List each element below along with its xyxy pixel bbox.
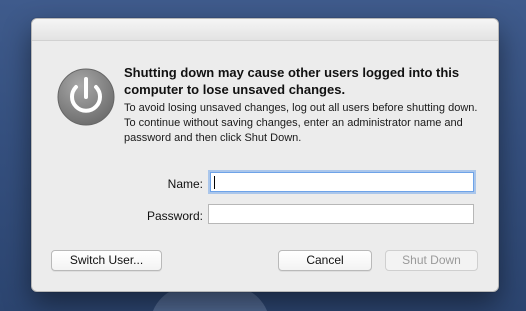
cancel-button[interactable]: Cancel xyxy=(278,250,372,271)
name-field[interactable] xyxy=(210,172,474,192)
dialog-headline: Shutting down may cause other users logg… xyxy=(124,65,460,97)
dialog-titlebar xyxy=(32,19,498,41)
shutdown-auth-dialog: Shutting down may cause other users logg… xyxy=(31,18,499,292)
dialog-message: To avoid losing unsaved changes, log out… xyxy=(124,102,478,144)
shut-down-button[interactable]: Shut Down xyxy=(385,250,478,271)
password-field[interactable] xyxy=(208,204,474,224)
power-icon xyxy=(56,67,116,127)
name-label: Name: xyxy=(167,177,203,191)
switch-user-button[interactable]: Switch User... xyxy=(51,250,162,271)
password-label: Password: xyxy=(146,209,203,223)
text-caret xyxy=(214,176,215,189)
